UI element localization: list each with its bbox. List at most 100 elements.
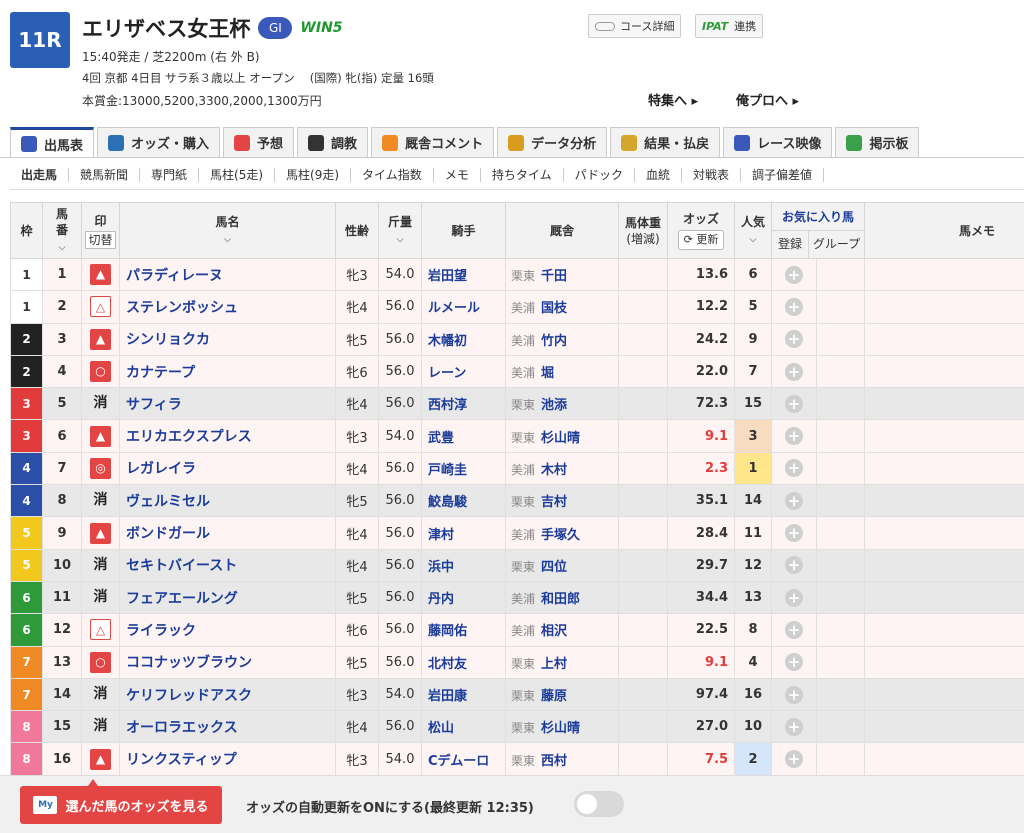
prediction-mark[interactable]: ○ [90,651,111,673]
prediction-mark[interactable]: 消 [90,684,111,705]
favorite-register[interactable]: + [771,516,817,550]
trainer-name[interactable]: 西村 [541,754,567,769]
horse-name[interactable]: パラディレーヌ [119,257,336,292]
favorite-register[interactable]: + [771,354,817,389]
trainer-name[interactable]: 杉山晴 [541,721,580,736]
add-favorite-icon[interactable]: + [785,394,803,413]
tab-7[interactable]: 結果・払戻 [610,127,721,157]
mark-cell[interactable]: 消 [81,580,120,615]
subtab-11[interactable]: 対戦表 [682,167,741,182]
trainer-name[interactable]: 杉山晴 [541,431,580,446]
add-favorite-icon[interactable]: + [785,491,803,510]
tab-1[interactable]: 出馬表 [10,127,95,158]
horse-memo[interactable] [864,257,1024,292]
prediction-mark[interactable]: 消 [90,555,111,576]
table-row[interactable]: 4 8 消ヴェルミセル 牝5 56.0 鮫島駿 栗東 吉村 35.1 14 + [10,484,1024,518]
mark-switch-button[interactable]: 切替 [85,230,116,249]
horse-name[interactable]: オーロラエックス [119,710,336,744]
add-favorite-icon[interactable]: + [785,459,803,478]
horse-memo[interactable] [864,419,1024,453]
jockey-name[interactable]: 浜中 [421,548,506,582]
jockey-name[interactable]: 藤岡佑 [421,613,506,647]
add-favorite-icon[interactable]: + [785,362,803,381]
horse-memo[interactable] [864,290,1024,324]
favorite-register[interactable]: + [771,742,817,776]
table-row[interactable]: 1 1 ▲ パラディレーヌ 牝3 54.0 岩田望 栗東 千田 13.6 6 + [10,257,1024,292]
prediction-mark[interactable]: ▲ [90,264,111,286]
header-popularity[interactable]: 人気 ⌵ [734,202,772,259]
prediction-mark[interactable]: ▲ [90,425,111,447]
jockey-name[interactable]: 木幡初 [421,322,506,356]
table-row[interactable]: 4 7 ◎ レガレイラ 牝4 56.0 戸崎圭 美浦 木村 2.3 1 + [10,451,1024,486]
view-selected-odds-button[interactable]: My 選んだ馬のオッズを見る [20,786,222,824]
table-row[interactable]: 5 9 ▲ ボンドガール 牝4 56.0 津村 美浦 手塚久 28.4 11 + [10,516,1024,550]
prediction-mark[interactable]: 消 [90,490,111,511]
prediction-mark[interactable]: 消 [90,587,111,608]
favorite-register[interactable]: + [771,484,817,518]
horse-memo[interactable] [864,580,1024,615]
table-row[interactable]: 3 5 消サフィラ 牝4 56.0 西村淳 栗東 池添 72.3 15 + [10,387,1024,421]
prediction-mark[interactable]: ▲ [90,522,111,544]
trainer-name[interactable]: 竹内 [541,334,567,349]
add-favorite-icon[interactable]: + [785,524,803,543]
favorite-register[interactable]: + [771,645,817,679]
trainer-name[interactable]: 藤原 [541,689,567,704]
horse-memo[interactable] [864,516,1024,550]
jockey-name[interactable]: Cデムーロ [421,742,506,776]
favorite-register[interactable]: + [771,322,817,356]
trainer-name[interactable]: 手塚久 [541,528,580,543]
add-favorite-icon[interactable]: + [785,717,803,736]
table-row[interactable]: 1 2 △ ステレンボッシュ 牝4 56.0 ルメール 美浦 国枝 12.2 5 + [10,290,1024,324]
trainer-name[interactable]: 相沢 [541,624,567,639]
jockey-name[interactable]: 武豊 [421,419,506,453]
header-weight[interactable]: 斤量 ⌵ [378,202,422,259]
trainer-name[interactable]: 上村 [541,657,567,672]
subtab-1[interactable]: 出走馬 [10,167,70,182]
horse-name[interactable]: ココナッツブラウン [119,645,336,679]
favorite-register[interactable]: + [771,710,817,744]
tab-5[interactable]: 厩舎コメント [371,127,495,157]
add-favorite-icon[interactable]: + [785,330,803,349]
subtab-10[interactable]: 血統 [635,167,682,182]
prediction-mark[interactable]: ◎ [90,457,111,479]
favorite-register[interactable]: + [771,290,817,324]
prediction-mark[interactable]: ○ [90,361,111,383]
tab-3[interactable]: 予想 [223,127,295,157]
horse-name[interactable]: ケリフレッドアスク [119,677,336,712]
orepro-link[interactable]: 俺プロへ ▸ [736,90,799,109]
add-favorite-icon[interactable]: + [785,653,803,672]
table-row[interactable]: 8 15 消オーロラエックス 牝4 56.0 松山 栗東 杉山晴 27.0 10 + [10,710,1024,744]
prediction-mark[interactable]: ▲ [90,748,111,770]
jockey-name[interactable]: 北村友 [421,645,506,679]
table-row[interactable]: 7 13 ○ ココナッツブラウン 牝5 56.0 北村友 栗東 上村 9.1 4 + [10,645,1024,679]
subtab-4[interactable]: 馬柱(5走) [199,167,276,182]
mark-cell[interactable]: ○ [81,354,120,389]
mark-cell[interactable]: ▲ [81,742,120,776]
mark-cell[interactable]: 消 [81,484,120,518]
horse-memo[interactable] [864,548,1024,582]
table-row[interactable]: 2 4 ○ カナテープ 牝6 56.0 レーン 美浦堀 22.0 7 + [10,354,1024,389]
favorite-register[interactable]: + [771,387,817,421]
prediction-mark[interactable]: 消 [90,716,111,737]
prediction-mark[interactable]: 消 [90,393,111,414]
add-favorite-icon[interactable]: + [785,427,803,446]
horse-name[interactable]: エリカエクスプレス [119,419,336,453]
trainer-name[interactable]: 千田 [541,269,567,284]
jockey-name[interactable]: 岩田望 [421,257,506,292]
add-favorite-icon[interactable]: + [785,685,803,704]
horse-name[interactable]: レガレイラ [119,451,336,486]
add-favorite-icon[interactable]: + [785,556,803,575]
favorite-register[interactable]: + [771,451,817,486]
course-detail-button[interactable]: コース詳細 [588,14,682,38]
tab-6[interactable]: データ分析 [497,127,608,157]
mark-cell[interactable]: ▲ [81,257,120,292]
mark-cell[interactable]: 消 [81,710,120,744]
favorite-register[interactable]: + [771,677,817,712]
horse-memo[interactable] [864,484,1024,518]
favorite-register[interactable]: + [771,419,817,453]
subtab-5[interactable]: 馬柱(9走) [275,167,352,182]
mark-cell[interactable]: ▲ [81,516,120,550]
trainer-name[interactable]: 吉村 [541,495,567,510]
add-favorite-icon[interactable]: + [785,265,803,284]
mark-cell[interactable]: ▲ [81,322,120,356]
